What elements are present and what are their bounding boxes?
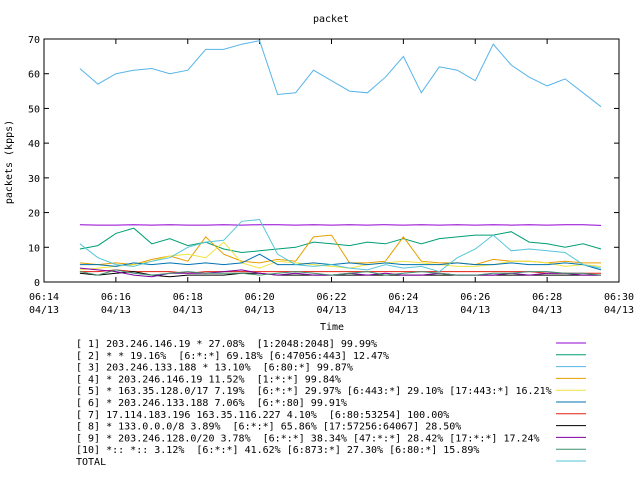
legend-label-11: TOTAL [76,457,106,468]
plot-frame [43,38,620,283]
legend-label-10: [10] *:: *:: 3.12% [6:*:*] 41.62% [6:873… [76,445,479,456]
x-tick-date-label: 04/13 [604,305,634,316]
legend-label-4: [ 4] * 203.246.146.19 11.52% [1:*:*] 99.… [76,374,341,385]
y-axis-label: packets (kpps) [4,120,15,204]
series-line-1 [79,224,602,226]
legend: [ 1] 203.246.146.19 * 27.08% [1:2048:204… [76,339,586,468]
series-line-5 [79,241,602,271]
y-tick-label: 50 [28,104,40,115]
x-tick-time-label: 06:18 [173,292,203,303]
legend-label-1: [ 1] 203.246.146.19 * 27.08% [1:2048:204… [76,339,377,350]
x-tick-time-label: 06:30 [604,292,634,303]
legend-label-9: [ 9] * 203.246.128.0/20 3.78% [6:*:*] 38… [76,433,540,444]
series-line-7 [79,269,601,274]
x-tick-date-label: 04/13 [245,305,275,316]
x-tick-date-label: 04/13 [173,305,203,316]
legend-label-2: [ 2] * * 19.16% [6:*:*] 69.18% [6:47056:… [76,351,389,362]
legend-label-8: [ 8] * 133.0.0.0/8 3.89% [6:*:*] 65.86% … [76,422,461,433]
x-axis-label: Time [320,322,344,333]
legend-label-3: [ 3] 203.246.133.188 * 13.10% [6:80:*] 9… [76,363,353,374]
x-tick-time-label: 06:24 [388,292,418,303]
y-tick-label: 0 [34,278,40,289]
y-tick-label: 20 [28,209,40,220]
legend-label-7: [ 7] 17.114.183.196 163.35.116.227 4.10%… [76,410,449,421]
chart-title: packet [313,14,349,25]
legend-label-5: [ 5] * 163.35.128.0/17 7.19% [6:*:*] 29.… [76,386,552,397]
x-tick-time-label: 06:26 [460,292,490,303]
x-tick-date-label: 04/13 [101,305,131,316]
x-tick-date-label: 04/13 [388,305,418,316]
y-tick-label: 70 [28,35,40,46]
x-tick-date-label: 04/13 [460,305,490,316]
x-tick-time-label: 06:22 [316,292,346,303]
series-line-3 [79,40,602,108]
x-tick-time-label: 06:14 [29,292,59,303]
packet-chart: packet 0 10 20 30 40 50 60 70 06:14 04/13 06:16 04/… [4,14,634,468]
x-tick-time-label: 06:20 [245,292,275,303]
x-tick-time-label: 06:28 [532,292,562,303]
x-tick-time-label: 06:16 [101,292,131,303]
y-tick-label: 10 [28,243,40,254]
y-tick-label: 30 [28,174,40,185]
x-tick-date-label: 04/13 [29,305,59,316]
y-tick-label: 60 [28,70,40,81]
series-lines [79,40,602,278]
y-tick-label: 40 [28,139,40,150]
legend-label-6: [ 6] * 203.246.133.188 7.06% [6:*:80] 99… [76,398,347,409]
x-tick-date-label: 04/13 [532,305,562,316]
x-tick-date-label: 04/13 [316,305,346,316]
